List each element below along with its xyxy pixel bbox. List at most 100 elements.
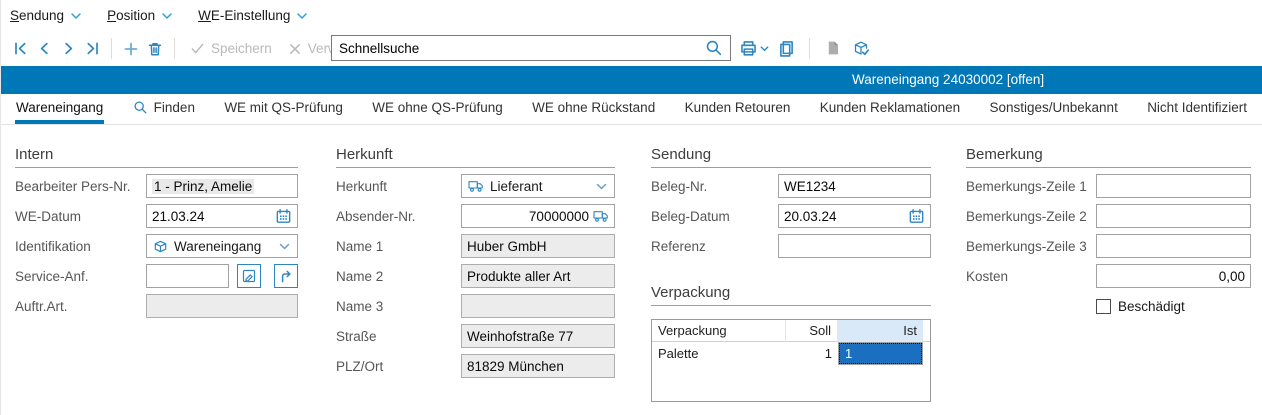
previous-record-button[interactable] xyxy=(32,36,56,62)
section-herkunft: Herkunft Herkunft Lieferant Absender-Nr.… xyxy=(336,146,615,384)
herkunft-label: Herkunft xyxy=(336,179,461,194)
tab-kunden-reklamationen[interactable]: Kunden Reklamationen xyxy=(819,94,961,124)
name2-field: Produkte aller Art xyxy=(461,264,615,288)
toolbar-separator xyxy=(809,38,810,59)
cell-verpackung[interactable]: Palette xyxy=(652,346,786,361)
forward-arrow-button[interactable] xyxy=(274,264,298,288)
we-datum-value: 21.03.24 xyxy=(152,209,271,224)
toolbar: Speichern Verwerfen Schnellsuche xyxy=(1,31,1262,66)
document-button[interactable] xyxy=(821,35,845,61)
goods-receipt-confirm-icon[interactable] xyxy=(849,35,873,61)
col-header-ist[interactable]: Ist xyxy=(838,320,923,342)
menu-we-einstellung-label: WE-Einstellung xyxy=(198,8,290,23)
tab-kunden-retouren[interactable]: Kunden Retouren xyxy=(684,94,792,124)
referenz-field[interactable] xyxy=(778,234,931,258)
tab-sonstiges-unbekannt[interactable]: Sonstiges/Unbekannt xyxy=(988,94,1118,124)
menu-sendung[interactable]: Sendung xyxy=(10,8,82,23)
calendar-icon[interactable] xyxy=(908,208,925,225)
beschaedigt-label: Beschädigt xyxy=(1118,299,1185,314)
herkunft-select[interactable]: Lieferant xyxy=(461,174,615,198)
beschaedigt-checkbox[interactable] xyxy=(1096,299,1111,314)
record-title-bar: Wareneingang 24030002 [offen] xyxy=(1,66,1262,94)
add-record-button[interactable] xyxy=(119,36,143,62)
name1-value: Huber GmbH xyxy=(467,239,547,254)
field-row-bemerkung-1: Bemerkungs-Zeile 1 xyxy=(966,174,1251,198)
bemerkung-2-field[interactable] xyxy=(1096,204,1251,228)
package-icon xyxy=(153,239,168,254)
field-row-auftr-art: Auftr.Art. xyxy=(15,294,298,318)
identifikation-label: Identifikation xyxy=(15,239,146,254)
save-button[interactable]: Speichern xyxy=(190,41,272,56)
kosten-label: Kosten xyxy=(966,269,1096,284)
tab-wareneingang[interactable]: Wareneingang xyxy=(15,94,104,124)
tab-we-ohne-qs-pruefung[interactable]: WE ohne QS-Prüfung xyxy=(371,94,504,124)
section-title-herkunft: Herkunft xyxy=(336,146,615,168)
absender-field[interactable]: 70000000 xyxy=(461,204,615,228)
beleg-datum-field[interactable]: 20.03.24 xyxy=(778,204,931,228)
next-record-button[interactable] xyxy=(56,36,80,62)
plz-ort-value: 81829 München xyxy=(467,359,564,374)
verpackung-table[interactable]: Verpackung Soll Ist Palette 1 1 xyxy=(651,319,931,402)
col-header-filler xyxy=(923,320,935,342)
menu-position[interactable]: Position xyxy=(107,8,173,23)
strasse-label: Straße xyxy=(336,329,461,344)
name3-label: Name 3 xyxy=(336,299,461,314)
quick-search-input[interactable]: Schnellsuche xyxy=(331,35,731,61)
chevron-down-icon xyxy=(296,10,308,22)
we-datum-field[interactable]: 21.03.24 xyxy=(146,204,298,228)
bemerkung-1-field[interactable] xyxy=(1096,174,1251,198)
bemerkung-2-label: Bemerkungs-Zeile 2 xyxy=(966,209,1096,224)
cell-ist-selected[interactable]: 1 xyxy=(838,342,923,365)
section-title-sendung: Sendung xyxy=(651,146,931,168)
chevron-down-icon xyxy=(161,10,173,22)
search-icon[interactable] xyxy=(705,39,723,57)
identifikation-select[interactable]: Wareneingang xyxy=(146,234,298,258)
save-button-label: Speichern xyxy=(211,41,272,56)
auftr-art-label: Auftr.Art. xyxy=(15,299,146,314)
search-icon xyxy=(133,100,148,115)
cell-soll[interactable]: 1 xyxy=(786,346,838,361)
name1-label: Name 1 xyxy=(336,239,461,254)
print-button[interactable] xyxy=(739,39,770,58)
menu-we-einstellung[interactable]: WE-Einstellung xyxy=(198,8,308,23)
section-title-intern: Intern xyxy=(15,146,298,168)
identifikation-value: Wareneingang xyxy=(174,239,272,254)
col-header-soll[interactable]: Soll xyxy=(786,320,838,342)
name2-label: Name 2 xyxy=(336,269,461,284)
table-row[interactable]: Palette 1 1 xyxy=(652,342,930,365)
chevron-down-icon[interactable] xyxy=(759,43,770,54)
kosten-field[interactable]: 0,00 xyxy=(1096,264,1251,288)
bemerkung-3-field[interactable] xyxy=(1096,234,1251,258)
chevron-down-icon xyxy=(278,240,291,253)
beleg-datum-label: Beleg-Datum xyxy=(651,209,778,224)
tab-we-ohne-rueckstand[interactable]: WE ohne Rückstand xyxy=(531,94,656,124)
field-row-beleg-datum: Beleg-Datum 20.03.24 xyxy=(651,204,931,228)
bearbeiter-field[interactable]: 1 - Prinz, Amelie xyxy=(146,174,298,198)
truck-icon xyxy=(468,180,484,193)
tab-we-mit-qs-pruefung[interactable]: WE mit QS-Prüfung xyxy=(223,94,344,124)
truck-icon[interactable] xyxy=(593,210,609,223)
field-row-bemerkung-3: Bemerkungs-Zeile 3 xyxy=(966,234,1251,258)
chevron-down-icon xyxy=(595,180,608,193)
calendar-icon[interactable] xyxy=(275,208,292,225)
tab-nicht-identifiziert[interactable]: Nicht Identifiziert xyxy=(1146,94,1248,124)
toolbar-separator xyxy=(111,38,112,59)
field-row-bearbeiter: Bearbeiter Pers-Nr. 1 - Prinz, Amelie xyxy=(15,174,298,198)
check-icon xyxy=(190,41,205,56)
field-row-identifikation: Identifikation Wareneingang xyxy=(15,234,298,258)
delete-record-button[interactable] xyxy=(143,36,167,62)
field-row-name2: Name 2 Produkte aller Art xyxy=(336,264,615,288)
service-request-button[interactable] xyxy=(237,264,261,288)
tab-finden[interactable]: Finden xyxy=(132,94,196,124)
last-record-button[interactable] xyxy=(80,36,104,62)
herkunft-value: Lieferant xyxy=(490,179,589,194)
first-record-button[interactable] xyxy=(8,36,32,62)
service-anf-field[interactable] xyxy=(146,264,229,288)
col-header-verpackung[interactable]: Verpackung xyxy=(652,320,786,342)
beleg-nr-field[interactable]: WE1234 xyxy=(778,174,931,198)
copy-button[interactable] xyxy=(774,35,798,61)
field-row-plz-ort: PLZ/Ort 81829 München xyxy=(336,354,615,378)
bearbeiter-value: 1 - Prinz, Amelie xyxy=(152,179,254,194)
field-row-bemerkung-2: Bemerkungs-Zeile 2 xyxy=(966,204,1251,228)
toolbar-separator xyxy=(174,38,175,59)
